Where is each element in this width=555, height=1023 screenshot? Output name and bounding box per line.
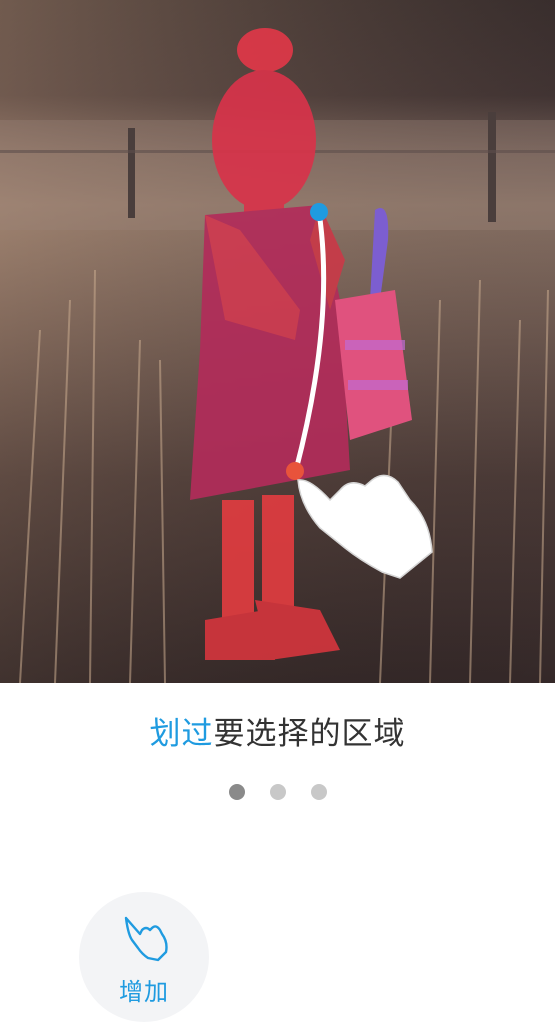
tutorial-illustration: [0, 0, 555, 683]
fence-post: [488, 112, 496, 222]
swipe-end-dot: [286, 462, 304, 480]
page-dot-1[interactable]: [228, 784, 245, 800]
caption-highlight: 划过: [149, 716, 214, 752]
page-dot-3[interactable]: [310, 784, 327, 800]
instruction-caption: 划过要选择的区域: [0, 708, 555, 753]
fence-post: [128, 128, 135, 218]
page-dot-2[interactable]: [269, 784, 286, 800]
swipe-start-dot: [310, 203, 328, 221]
hand-pointer-icon: [124, 916, 168, 962]
add-button-label: 增加: [119, 978, 169, 1006]
add-button[interactable]: 增加: [79, 892, 209, 1022]
caption-rest: 要选择的区域: [213, 716, 406, 752]
hero-illustration: [0, 0, 555, 683]
page-indicator: [0, 784, 555, 800]
